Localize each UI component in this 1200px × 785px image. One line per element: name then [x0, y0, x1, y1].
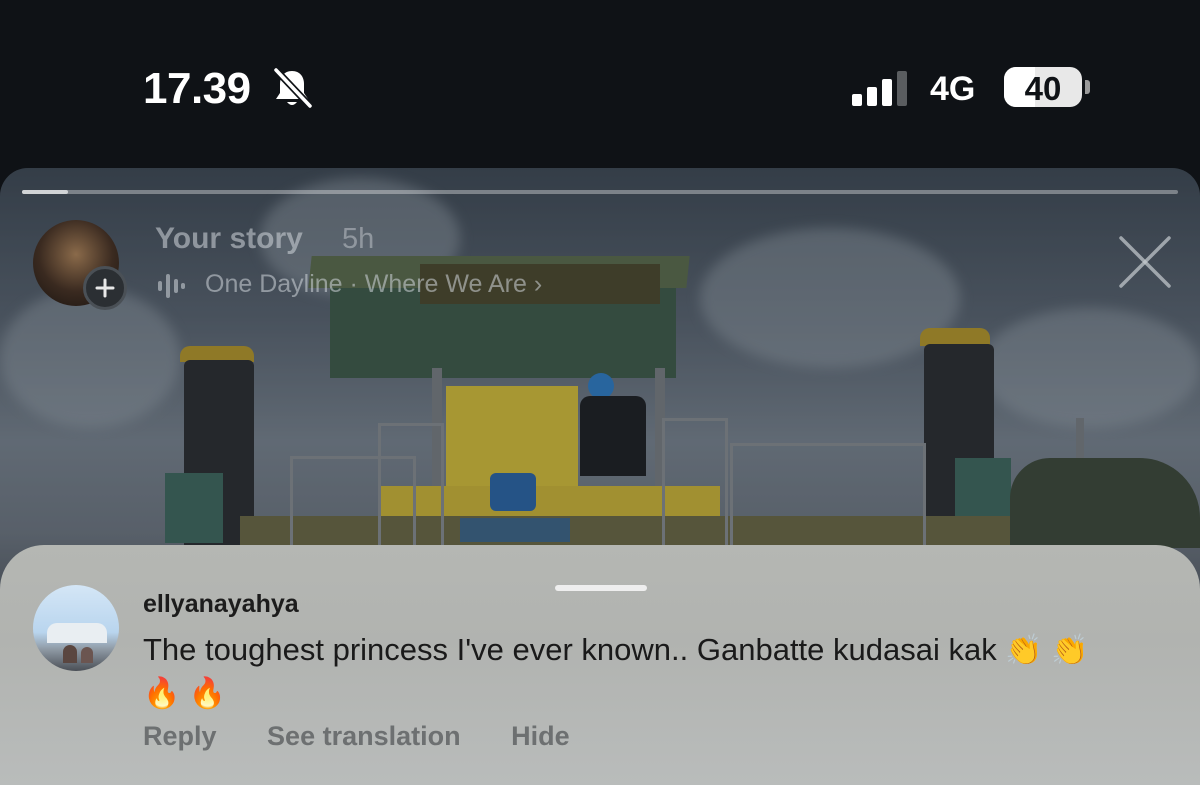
- chevron-right-icon: ›: [533, 270, 543, 298]
- battery-tip: [1085, 80, 1090, 94]
- status-time: 17.39: [143, 64, 251, 113]
- plus-icon: [95, 278, 115, 298]
- story-time-ago: 5h: [342, 223, 375, 255]
- network-label: 4G: [930, 70, 976, 108]
- hide-button[interactable]: Hide: [511, 721, 570, 751]
- commenter-avatar[interactable]: [33, 585, 119, 671]
- signal-icon: [852, 71, 907, 106]
- music-bars-icon: [158, 274, 185, 298]
- comment-actions: Reply See translation Hide: [143, 721, 613, 752]
- status-bar: 17.39 4G 40: [0, 0, 1200, 168]
- comment-body: The toughest princess I've ever known.. …: [143, 632, 997, 667]
- see-translation-button[interactable]: See translation: [267, 721, 461, 751]
- music-title: One Dayline · Where We Are: [205, 270, 527, 298]
- add-story-button[interactable]: [83, 266, 127, 310]
- comment-sheet[interactable]: ellyanayahya The toughest princess I've …: [0, 545, 1200, 785]
- bell-slash-icon: [273, 67, 313, 109]
- close-icon[interactable]: [1117, 234, 1173, 290]
- battery-icon: 40: [1004, 67, 1082, 107]
- story-progress-bar: [22, 190, 1178, 194]
- battery-percentage: 40: [1024, 70, 1062, 107]
- sheet-drag-handle[interactable]: [555, 585, 647, 591]
- comment-username[interactable]: ellyanayahya: [143, 590, 299, 619]
- music-label[interactable]: One Dayline · Where We Are ›: [205, 270, 542, 299]
- comment-text: The toughest princess I've ever known.. …: [143, 629, 1103, 715]
- story-title[interactable]: Your story: [155, 222, 303, 256]
- reply-button[interactable]: Reply: [143, 721, 217, 751]
